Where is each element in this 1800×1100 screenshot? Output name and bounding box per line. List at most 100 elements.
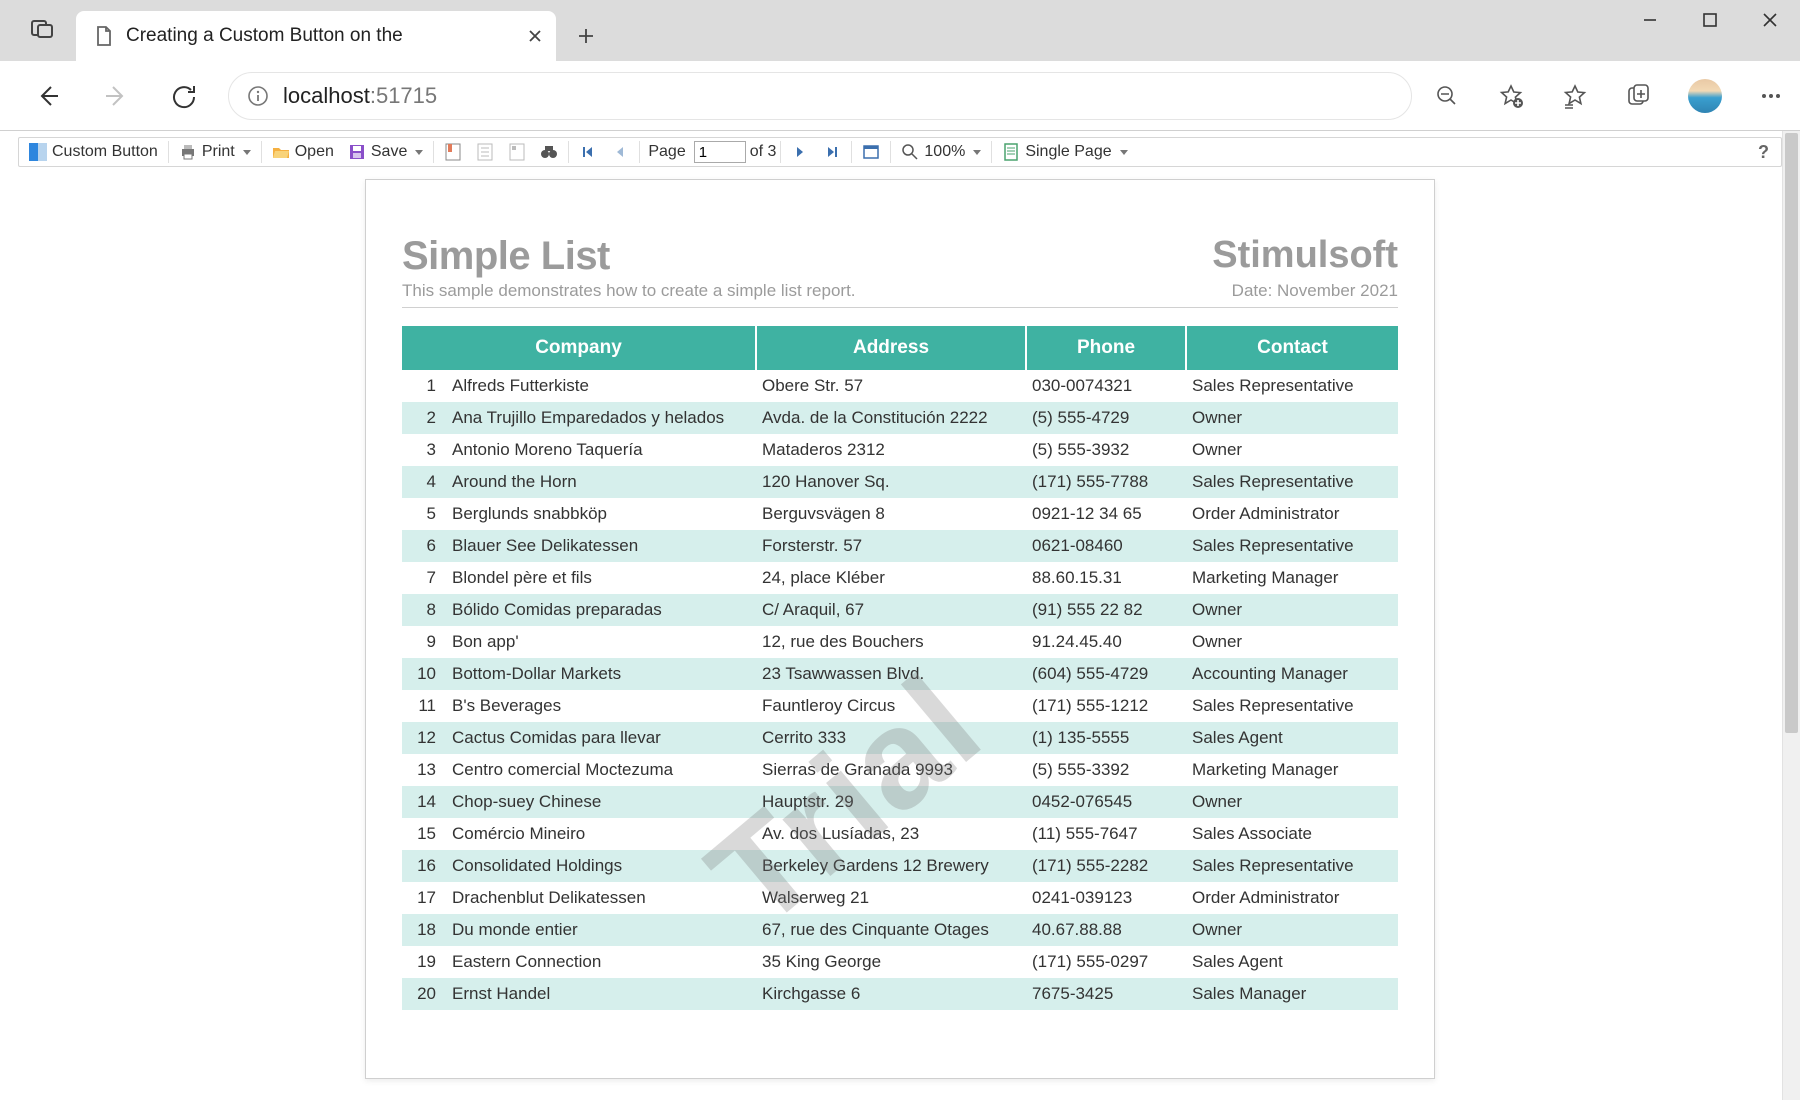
cell-index: 19: [402, 946, 446, 978]
cell-company: Blauer See Delikatessen: [446, 530, 756, 562]
tab-title: Creating a Custom Button on the: [126, 25, 514, 47]
cell-company: Bólido Comidas preparadas: [446, 594, 756, 626]
table-row: 8Bólido Comidas preparadasC/ Araquil, 67…: [402, 594, 1398, 626]
cell-contact: Sales Representative: [1186, 530, 1398, 562]
prev-page-button[interactable]: [605, 139, 635, 165]
collections-icon[interactable]: [1624, 81, 1654, 111]
browser-tab[interactable]: Creating a Custom Button on the: [76, 11, 556, 61]
cell-contact: Owner: [1186, 402, 1398, 434]
tab-close-button[interactable]: [526, 27, 544, 45]
tab-overview-icon[interactable]: [26, 13, 58, 45]
cell-index: 1: [402, 370, 446, 402]
cell-index: 13: [402, 754, 446, 786]
profile-avatar[interactable]: [1688, 79, 1722, 113]
page-icon: [94, 25, 114, 47]
cell-contact: Order Administrator: [1186, 498, 1398, 530]
cell-address: Mataderos 2312: [756, 434, 1026, 466]
first-page-button[interactable]: [573, 139, 603, 165]
cell-phone: 0921-12 34 65: [1026, 498, 1186, 530]
table-row: 6Blauer See DelikatessenForsterstr. 5706…: [402, 530, 1398, 562]
parameters-panel-button[interactable]: [470, 139, 500, 165]
last-page-button[interactable]: [817, 139, 847, 165]
save-button[interactable]: Save: [342, 139, 429, 165]
cell-index: 8: [402, 594, 446, 626]
cell-index: 11: [402, 690, 446, 722]
next-page-icon: [791, 143, 809, 161]
cell-company: Berglunds snabbköp: [446, 498, 756, 530]
table-row: 14Chop-suey ChineseHauptstr. 290452-0765…: [402, 786, 1398, 818]
binoculars-icon: [540, 143, 558, 161]
cell-phone: (5) 555-3932: [1026, 434, 1186, 466]
view-mode-button[interactable]: Single Page: [996, 139, 1133, 165]
zoom-icon: [901, 143, 919, 161]
zoom-button[interactable]: 100%: [895, 139, 987, 165]
cell-company: Centro comercial Moctezuma: [446, 754, 756, 786]
custom-button[interactable]: Custom Button: [23, 139, 164, 165]
site-info-icon[interactable]: [247, 85, 269, 107]
help-button[interactable]: ?: [1750, 142, 1777, 163]
cell-address: C/ Araquil, 67: [756, 594, 1026, 626]
page-label: Page: [644, 143, 689, 161]
print-label: Print: [202, 143, 235, 161]
cell-address: Cerrito 333: [756, 722, 1026, 754]
more-menu-icon[interactable]: [1756, 81, 1786, 111]
table-row: 15Comércio MineiroAv. dos Lusíadas, 23(1…: [402, 818, 1398, 850]
bookmarks-panel-button[interactable]: [438, 139, 468, 165]
forward-button[interactable]: [92, 72, 140, 120]
cell-company: Bon app': [446, 626, 756, 658]
cell-contact: Sales Agent: [1186, 946, 1398, 978]
custom-button-label: Custom Button: [52, 143, 158, 161]
cell-phone: 40.67.88.88: [1026, 914, 1186, 946]
cell-contact: Owner: [1186, 626, 1398, 658]
col-company: Company: [402, 326, 756, 370]
cell-contact: Sales Representative: [1186, 370, 1398, 402]
open-button[interactable]: Open: [266, 139, 340, 165]
cell-address: Fauntleroy Circus: [756, 690, 1026, 722]
table-row: 12Cactus Comidas para llevarCerrito 333(…: [402, 722, 1398, 754]
cell-address: Avda. de la Constitución 2222: [756, 402, 1026, 434]
url-text: localhost:51715: [283, 83, 437, 109]
report-viewport: Simple List Stimulsoft This sample demon…: [18, 179, 1782, 1079]
cell-address: Obere Str. 57: [756, 370, 1026, 402]
cell-index: 15: [402, 818, 446, 850]
chevron-down-icon: [1120, 150, 1128, 155]
table-row: 1Alfreds FutterkisteObere Str. 57030-007…: [402, 370, 1398, 402]
report-brand: Stimulsoft: [1212, 234, 1398, 277]
chevron-down-icon: [973, 150, 981, 155]
page-number-input[interactable]: [694, 141, 746, 163]
table-row: 9Bon app'12, rue des Bouchers91.24.45.40…: [402, 626, 1398, 658]
cell-address: 67, rue des Cinquante Otages: [756, 914, 1026, 946]
table-row: 11B's BeveragesFauntleroy Circus(171) 55…: [402, 690, 1398, 722]
back-button[interactable]: [24, 72, 72, 120]
maximize-button[interactable]: [1680, 0, 1740, 40]
fullscreen-button[interactable]: [856, 139, 886, 165]
print-button[interactable]: Print: [173, 139, 257, 165]
refresh-button[interactable]: [160, 72, 208, 120]
find-button[interactable]: [534, 139, 564, 165]
cell-phone: (5) 555-3392: [1026, 754, 1186, 786]
chevron-down-icon: [243, 150, 251, 155]
cell-phone: (5) 555-4729: [1026, 402, 1186, 434]
scrollbar-thumb[interactable]: [1785, 133, 1798, 733]
favorite-add-icon[interactable]: [1496, 81, 1526, 111]
close-window-button[interactable]: [1740, 0, 1800, 40]
next-page-button[interactable]: [785, 139, 815, 165]
cell-index: 9: [402, 626, 446, 658]
zoom-label: 100%: [924, 143, 965, 161]
vertical-scrollbar[interactable]: [1782, 131, 1800, 1100]
favorites-list-icon[interactable]: [1560, 81, 1590, 111]
report-title: Simple List: [402, 234, 610, 279]
bookmarks-icon: [444, 143, 462, 161]
table-row: 7Blondel père et fils24, place Kléber88.…: [402, 562, 1398, 594]
cell-index: 20: [402, 978, 446, 1010]
cell-phone: 7675-3425: [1026, 978, 1186, 1010]
cell-address: Walserweg 21: [756, 882, 1026, 914]
new-tab-button[interactable]: [564, 14, 608, 58]
table-row: 10Bottom-Dollar Markets23 Tsawwassen Blv…: [402, 658, 1398, 690]
zoom-out-icon[interactable]: [1432, 81, 1462, 111]
address-bar[interactable]: localhost:51715: [228, 72, 1412, 120]
cell-contact: Owner: [1186, 434, 1398, 466]
cell-phone: (604) 555-4729: [1026, 658, 1186, 690]
resources-panel-button[interactable]: [502, 139, 532, 165]
minimize-button[interactable]: [1620, 0, 1680, 40]
